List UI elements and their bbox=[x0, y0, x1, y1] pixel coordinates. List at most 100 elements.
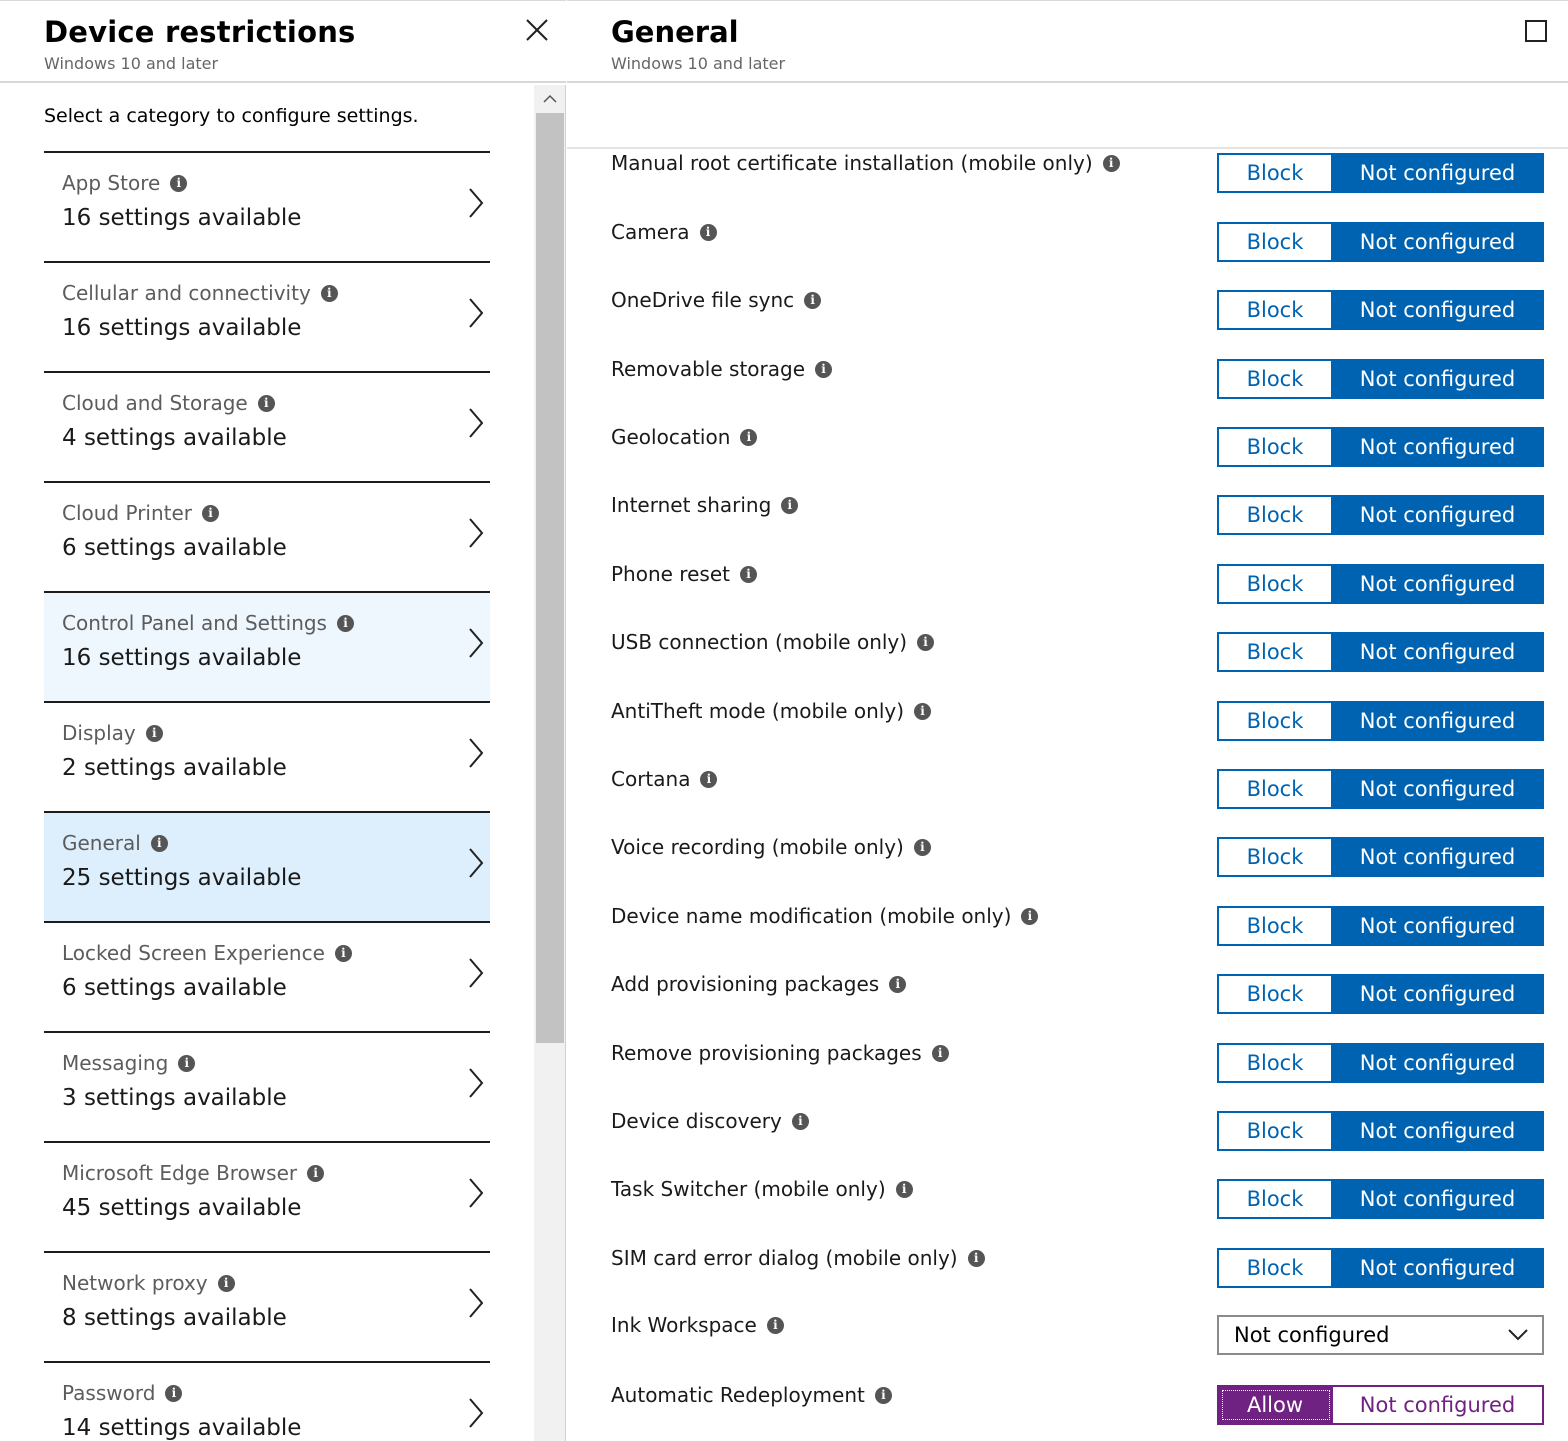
toggle-option-b[interactable]: Not configured bbox=[1333, 908, 1542, 944]
left-blade-header: Device restrictions Windows 10 and later bbox=[0, 1, 566, 83]
toggle-option-a[interactable]: Block bbox=[1219, 1113, 1333, 1149]
category-name: Locked Screen Experience i bbox=[62, 941, 352, 965]
info-icon[interactable]: i bbox=[700, 770, 718, 788]
info-icon[interactable]: i bbox=[781, 496, 799, 514]
toggle-option-a[interactable]: Block bbox=[1219, 566, 1333, 602]
category-item[interactable]: Cellular and connectivity i 16 settings av… bbox=[44, 261, 490, 371]
category-name-text: Cloud Printer bbox=[62, 501, 193, 525]
setting-toggle: Block Not configured bbox=[1217, 906, 1544, 946]
scroll-up-arrow-icon[interactable] bbox=[534, 85, 566, 111]
info-icon[interactable]: i bbox=[145, 724, 163, 742]
toggle-option-b[interactable]: Not configured bbox=[1333, 292, 1542, 328]
toggle-option-a[interactable]: Block bbox=[1219, 634, 1333, 670]
toggle-option-a[interactable]: Block bbox=[1219, 155, 1333, 191]
toggle-option-a[interactable]: Block bbox=[1219, 976, 1333, 1012]
info-icon[interactable]: i bbox=[913, 838, 931, 856]
toggle-option-a[interactable]: Block bbox=[1219, 908, 1333, 944]
toggle-option-b[interactable]: Not configured bbox=[1333, 1387, 1542, 1423]
setting-label-text: Remove provisioning packages bbox=[611, 1041, 922, 1065]
toggle-option-a[interactable]: Block bbox=[1219, 361, 1333, 397]
close-icon[interactable] bbox=[522, 15, 552, 45]
setting-row: Camera i Block Not configured bbox=[567, 220, 1568, 288]
toggle-option-a[interactable]: Block bbox=[1219, 429, 1333, 465]
toggle-option-a[interactable]: Block bbox=[1219, 771, 1333, 807]
toggle-option-a[interactable]: Block bbox=[1219, 292, 1333, 328]
toggle-option-b[interactable]: Not configured bbox=[1333, 976, 1542, 1012]
info-icon[interactable]: i bbox=[931, 1044, 949, 1062]
toggle-option-b[interactable]: Not configured bbox=[1333, 1045, 1542, 1081]
toggle-option-a[interactable]: Block bbox=[1219, 1045, 1333, 1081]
info-icon[interactable]: i bbox=[336, 614, 354, 632]
category-item[interactable]: Password i 14 settings available bbox=[44, 1361, 490, 1441]
setting-label-text: Device name modification (mobile only) bbox=[611, 904, 1012, 928]
info-icon[interactable]: i bbox=[217, 1274, 235, 1292]
category-item[interactable]: Display i 2 settings available bbox=[44, 701, 490, 811]
toggle-option-b[interactable]: Not configured bbox=[1333, 839, 1542, 875]
info-icon[interactable]: i bbox=[889, 975, 907, 993]
toggle-option-b[interactable]: Not configured bbox=[1333, 224, 1542, 260]
toggle-option-b[interactable]: Not configured bbox=[1333, 361, 1542, 397]
toggle-option-b[interactable]: Not configured bbox=[1333, 155, 1542, 191]
info-icon[interactable]: i bbox=[1102, 154, 1120, 172]
chevron-right-icon bbox=[469, 1068, 484, 1098]
category-name-text: Locked Screen Experience bbox=[62, 941, 325, 965]
info-icon[interactable]: i bbox=[334, 944, 352, 962]
info-icon[interactable]: i bbox=[967, 1249, 985, 1267]
setting-label: Manual root certificate installation (mo… bbox=[611, 151, 1120, 175]
category-item[interactable]: Messaging i 3 settings available bbox=[44, 1031, 490, 1141]
info-icon[interactable]: i bbox=[815, 360, 833, 378]
toggle-option-b[interactable]: Not configured bbox=[1333, 566, 1542, 602]
category-item[interactable]: General i 25 settings available bbox=[44, 811, 490, 921]
chevron-right-icon bbox=[469, 1178, 484, 1208]
info-icon[interactable]: i bbox=[917, 633, 935, 651]
toggle-option-a[interactable]: Allow bbox=[1219, 1387, 1333, 1423]
toggle-option-b[interactable]: Not configured bbox=[1333, 429, 1542, 465]
toggle-option-a[interactable]: Block bbox=[1219, 497, 1333, 533]
maximize-icon[interactable] bbox=[1525, 20, 1547, 42]
setting-dropdown[interactable]: Not configured bbox=[1217, 1315, 1544, 1355]
toggle-option-a[interactable]: Block bbox=[1219, 703, 1333, 739]
toggle-option-a[interactable]: Block bbox=[1219, 224, 1333, 260]
info-icon[interactable]: i bbox=[804, 291, 822, 309]
info-icon[interactable]: i bbox=[165, 1384, 183, 1402]
toggle-option-a[interactable]: Block bbox=[1219, 1181, 1333, 1217]
category-item[interactable]: Control Panel and Settings i 16 settings a… bbox=[44, 591, 490, 701]
scrollbar[interactable] bbox=[534, 85, 566, 1441]
toggle-option-b[interactable]: Not configured bbox=[1333, 497, 1542, 533]
toggle-option-b[interactable]: Not configured bbox=[1333, 1250, 1542, 1286]
info-icon[interactable]: i bbox=[257, 394, 275, 412]
category-panel: Select a category to configure settings.… bbox=[0, 85, 534, 1441]
category-item[interactable]: Cloud Printer i 6 settings available bbox=[44, 481, 490, 591]
toggle-option-b[interactable]: Not configured bbox=[1333, 1181, 1542, 1217]
toggle-option-b[interactable]: Not configured bbox=[1333, 1113, 1542, 1149]
info-icon[interactable]: i bbox=[739, 565, 757, 583]
info-icon[interactable]: i bbox=[740, 428, 758, 446]
info-icon[interactable]: i bbox=[914, 702, 932, 720]
info-icon[interactable]: i bbox=[170, 174, 188, 192]
category-item[interactable]: App Store i 16 settings available bbox=[44, 151, 490, 261]
info-icon[interactable]: i bbox=[895, 1180, 913, 1198]
category-item[interactable]: Microsoft Edge Browser i 45 settings avail… bbox=[44, 1141, 490, 1251]
info-icon[interactable]: i bbox=[699, 223, 717, 241]
category-item[interactable]: Network proxy i 8 settings available bbox=[44, 1251, 490, 1361]
toggle-option-b[interactable]: Not configured bbox=[1333, 703, 1542, 739]
info-icon[interactable]: i bbox=[202, 504, 220, 522]
info-icon[interactable]: i bbox=[791, 1112, 809, 1130]
info-icon[interactable]: i bbox=[320, 284, 338, 302]
setting-row: Device name modification (mobile only) i B… bbox=[567, 904, 1568, 972]
category-item[interactable]: Locked Screen Experience i 6 settings avai… bbox=[44, 921, 490, 1031]
scroll-thumb[interactable] bbox=[536, 113, 564, 1043]
info-icon[interactable]: i bbox=[307, 1164, 325, 1182]
info-icon[interactable]: i bbox=[1021, 907, 1039, 925]
setting-row: USB connection (mobile only) i Block Not co… bbox=[567, 630, 1568, 698]
toggle-option-b[interactable]: Not configured bbox=[1333, 634, 1542, 670]
info-icon[interactable]: i bbox=[874, 1386, 892, 1404]
category-item[interactable]: Cloud and Storage i 4 settings available bbox=[44, 371, 490, 481]
toggle-option-a[interactable]: Block bbox=[1219, 839, 1333, 875]
setting-label: AntiTheft mode (mobile only) i bbox=[611, 699, 932, 723]
toggle-option-b[interactable]: Not configured bbox=[1333, 771, 1542, 807]
info-icon[interactable]: i bbox=[150, 834, 168, 852]
toggle-option-a[interactable]: Block bbox=[1219, 1250, 1333, 1286]
info-icon[interactable]: i bbox=[766, 1316, 784, 1334]
info-icon[interactable]: i bbox=[178, 1054, 196, 1072]
